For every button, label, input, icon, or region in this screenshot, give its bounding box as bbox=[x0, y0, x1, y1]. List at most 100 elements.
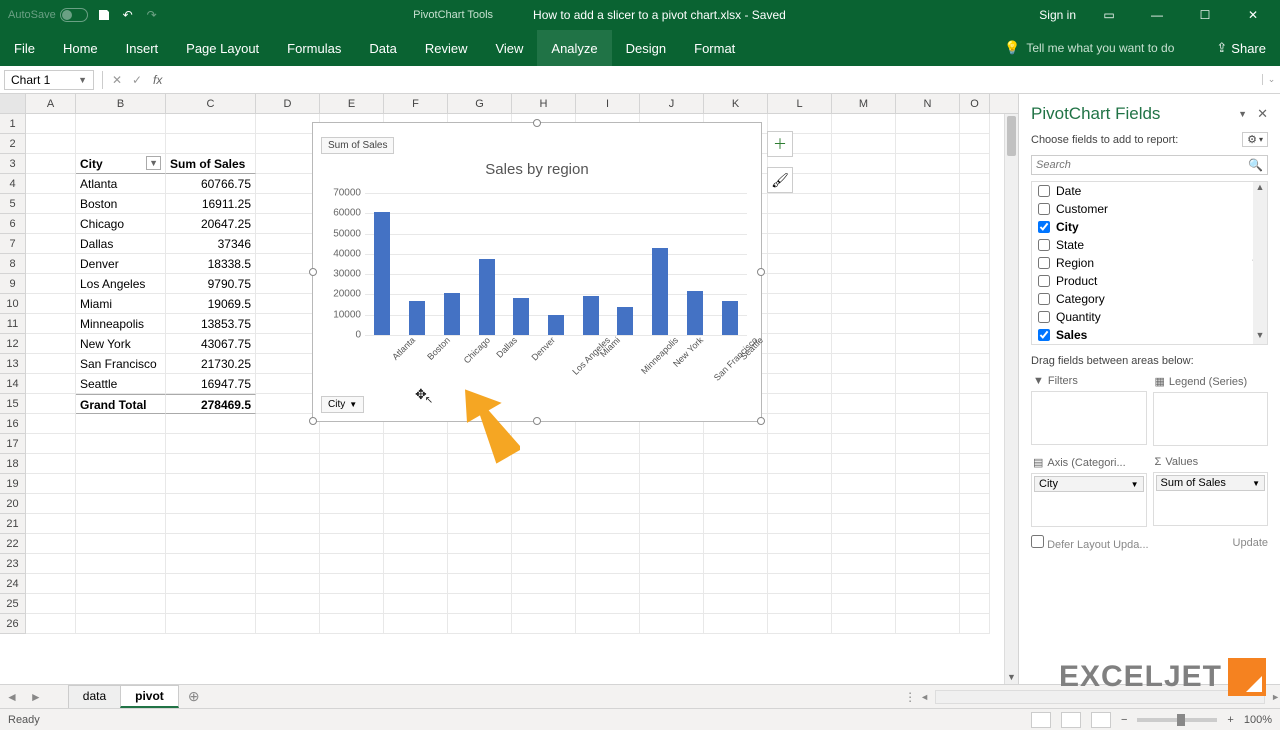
cell[interactable] bbox=[960, 494, 990, 514]
cell[interactable] bbox=[832, 414, 896, 434]
column-header[interactable]: M bbox=[832, 94, 896, 113]
field-checkbox[interactable] bbox=[1038, 293, 1050, 305]
cell[interactable] bbox=[832, 514, 896, 534]
field-checkbox[interactable] bbox=[1038, 311, 1050, 323]
cell[interactable] bbox=[26, 374, 76, 394]
cell[interactable] bbox=[76, 554, 166, 574]
cell[interactable] bbox=[960, 434, 990, 454]
fx-icon[interactable]: fx bbox=[153, 73, 162, 87]
axis-area[interactable]: City▼ bbox=[1031, 473, 1147, 527]
cell[interactable] bbox=[256, 454, 320, 474]
cell[interactable]: 18338.5 bbox=[166, 254, 256, 274]
cell[interactable] bbox=[576, 614, 640, 634]
field-item-state[interactable]: State bbox=[1032, 236, 1267, 254]
cell[interactable] bbox=[896, 394, 960, 414]
cell[interactable] bbox=[76, 594, 166, 614]
ribbon-display-icon[interactable]: ▭ bbox=[1094, 0, 1124, 30]
cell[interactable] bbox=[896, 554, 960, 574]
cell[interactable] bbox=[448, 474, 512, 494]
share-button[interactable]: ⇪Share bbox=[1216, 40, 1266, 56]
cell[interactable] bbox=[512, 454, 576, 474]
cell[interactable] bbox=[960, 554, 990, 574]
cell[interactable] bbox=[704, 614, 768, 634]
cell[interactable] bbox=[26, 614, 76, 634]
cell[interactable] bbox=[960, 394, 990, 414]
ribbon-tab-analyze[interactable]: Analyze bbox=[537, 30, 611, 66]
cell[interactable] bbox=[320, 434, 384, 454]
chevron-down-icon[interactable]: ▼ bbox=[78, 75, 87, 85]
cell[interactable] bbox=[256, 214, 320, 234]
cell[interactable] bbox=[960, 534, 990, 554]
cell[interactable] bbox=[704, 514, 768, 534]
cell[interactable] bbox=[76, 614, 166, 634]
cell[interactable] bbox=[960, 254, 990, 274]
cell[interactable] bbox=[768, 474, 832, 494]
cell[interactable] bbox=[26, 454, 76, 474]
cell[interactable] bbox=[256, 514, 320, 534]
cell[interactable] bbox=[76, 454, 166, 474]
cell[interactable] bbox=[76, 574, 166, 594]
cell[interactable] bbox=[26, 594, 76, 614]
cell[interactable] bbox=[26, 414, 76, 434]
cell[interactable] bbox=[896, 254, 960, 274]
cell[interactable] bbox=[832, 134, 896, 154]
chart-elements-button[interactable]: ＋ bbox=[767, 131, 793, 157]
cell[interactable]: 9790.75 bbox=[166, 274, 256, 294]
cell[interactable] bbox=[384, 574, 448, 594]
field-list-scrollbar[interactable]: ▲ ▼ bbox=[1253, 182, 1267, 344]
cell[interactable] bbox=[960, 374, 990, 394]
row-header[interactable]: 11 bbox=[0, 314, 26, 334]
cell[interactable] bbox=[896, 314, 960, 334]
row-header[interactable]: 21 bbox=[0, 514, 26, 534]
field-search[interactable]: 🔍 bbox=[1031, 155, 1268, 175]
cell[interactable] bbox=[832, 434, 896, 454]
cell[interactable] bbox=[640, 614, 704, 634]
close-pane-icon[interactable]: ✕ bbox=[1257, 106, 1268, 122]
cell[interactable] bbox=[166, 554, 256, 574]
enter-formula-icon[interactable]: ✓ bbox=[127, 73, 147, 87]
cell[interactable] bbox=[896, 434, 960, 454]
cell[interactable] bbox=[704, 574, 768, 594]
sheet-tab-pivot[interactable]: pivot bbox=[120, 685, 179, 708]
chevron-down-icon[interactable]: ▼ bbox=[349, 400, 357, 409]
cell[interactable]: 37346 bbox=[166, 234, 256, 254]
values-area[interactable]: Sum of Sales▼ bbox=[1153, 472, 1269, 526]
cell[interactable] bbox=[832, 354, 896, 374]
cell[interactable] bbox=[26, 314, 76, 334]
field-list[interactable]: DateCustomerCityStateRegion▼ProductCateg… bbox=[1031, 181, 1268, 345]
cell[interactable] bbox=[384, 594, 448, 614]
chart-bar[interactable] bbox=[513, 298, 529, 335]
cell[interactable] bbox=[320, 614, 384, 634]
cell[interactable] bbox=[576, 494, 640, 514]
cell[interactable] bbox=[256, 574, 320, 594]
field-item-quantity[interactable]: Quantity bbox=[1032, 308, 1267, 326]
ribbon-tab-view[interactable]: View bbox=[481, 30, 537, 66]
cell[interactable] bbox=[320, 454, 384, 474]
cell[interactable] bbox=[448, 494, 512, 514]
cell[interactable] bbox=[26, 514, 76, 534]
filters-area[interactable] bbox=[1031, 391, 1147, 445]
ribbon-tab-formulas[interactable]: Formulas bbox=[273, 30, 355, 66]
row-header[interactable]: 13 bbox=[0, 354, 26, 374]
cell[interactable] bbox=[26, 474, 76, 494]
cell[interactable] bbox=[448, 614, 512, 634]
cell[interactable] bbox=[256, 234, 320, 254]
field-item-sales[interactable]: Sales bbox=[1032, 326, 1267, 344]
cell[interactable] bbox=[768, 454, 832, 474]
cell[interactable] bbox=[896, 194, 960, 214]
cell[interactable] bbox=[960, 214, 990, 234]
cell[interactable]: Atlanta bbox=[76, 174, 166, 194]
cell[interactable] bbox=[896, 454, 960, 474]
cell[interactable] bbox=[960, 354, 990, 374]
row-header[interactable]: 16 bbox=[0, 414, 26, 434]
field-item-date[interactable]: Date bbox=[1032, 182, 1267, 200]
row-header[interactable]: 7 bbox=[0, 234, 26, 254]
row-header[interactable]: 17 bbox=[0, 434, 26, 454]
cell[interactable] bbox=[768, 194, 832, 214]
cell[interactable] bbox=[896, 174, 960, 194]
cell[interactable] bbox=[960, 314, 990, 334]
chart-styles-button[interactable]: 🖌 bbox=[767, 167, 793, 193]
chart-bar[interactable] bbox=[583, 296, 599, 335]
worksheet-grid[interactable]: ABCDEFGHIJKLMNO 123City▼Sum of Sales4Atl… bbox=[0, 94, 1018, 684]
scroll-up-icon[interactable]: ▲ bbox=[1253, 182, 1267, 196]
